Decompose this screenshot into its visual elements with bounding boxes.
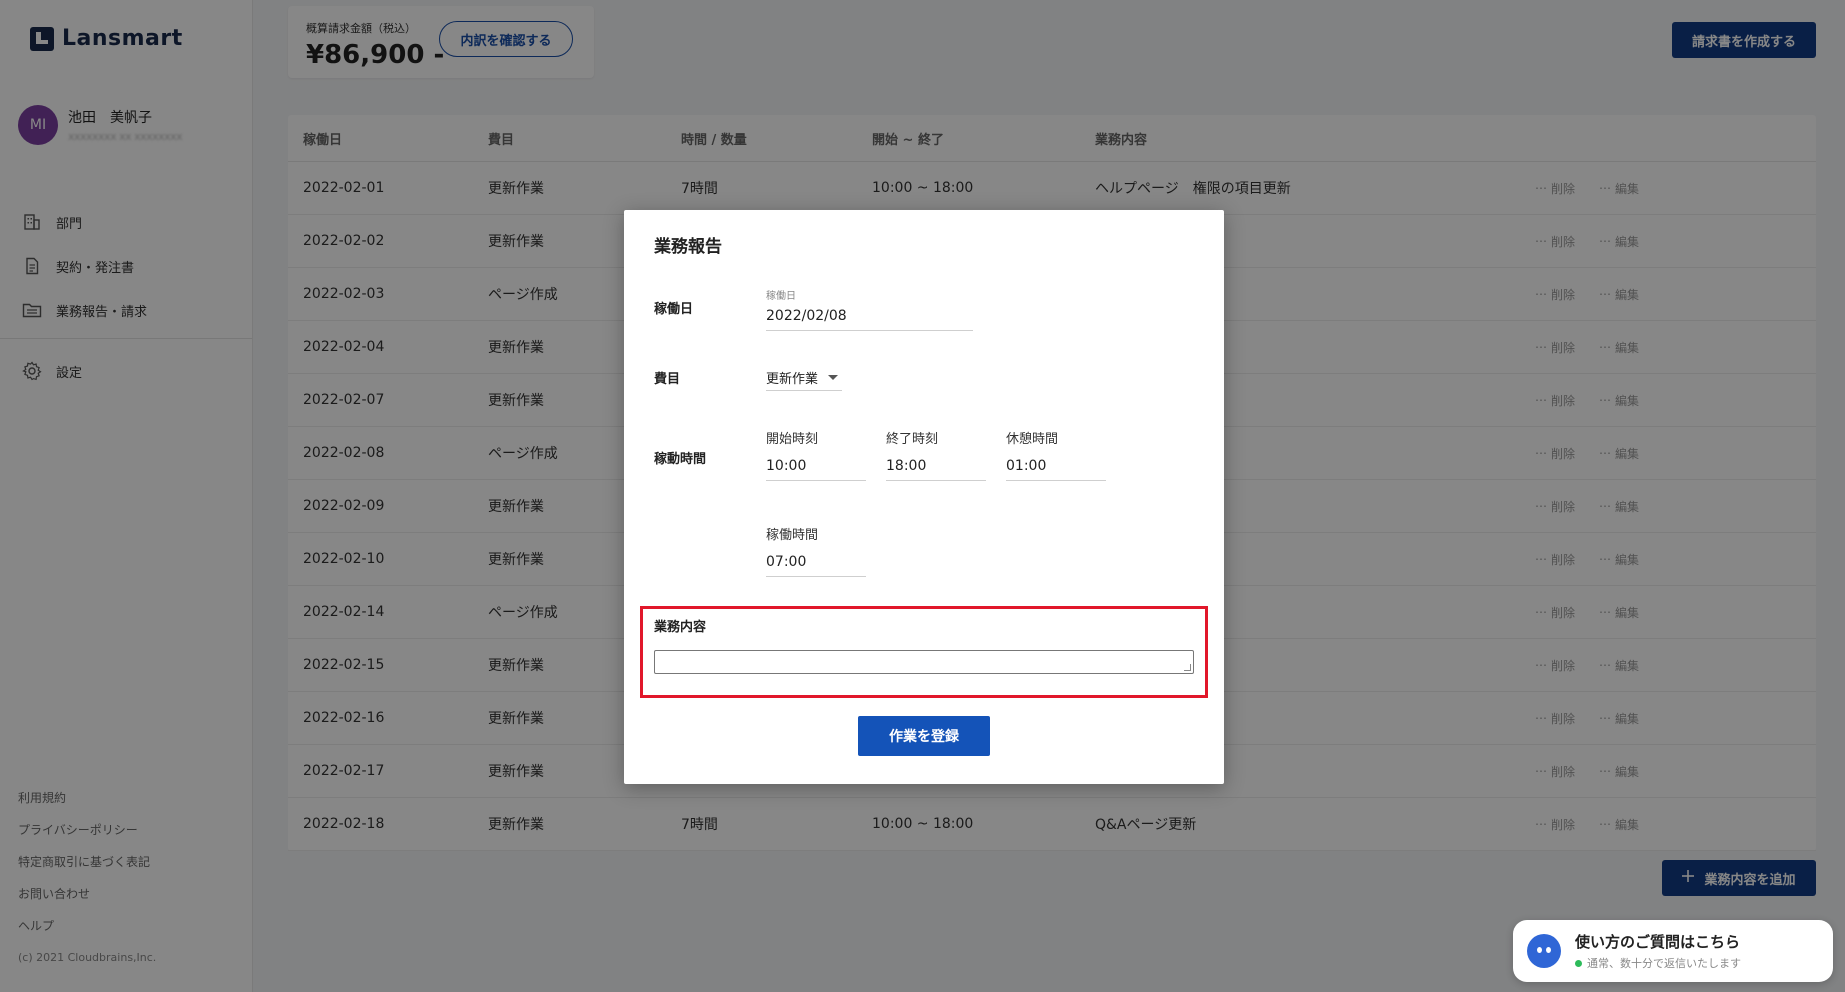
- work-report-modal: 業務報告 稼働日 稼働日 2022/02/08 費目 更新作業 稼動時間 開始時…: [624, 210, 1224, 784]
- date-label: 稼働日: [654, 302, 694, 317]
- start-time-caption: 開始時刻: [766, 432, 819, 447]
- work-hours-input[interactable]: 07:00: [766, 552, 866, 577]
- work-hours-caption: 稼働時間: [766, 528, 819, 543]
- cost-label: 費目: [654, 372, 681, 387]
- chat-widget[interactable]: 使い方のご質問はこちら 通常、数十分で返信いたします: [1513, 920, 1833, 982]
- break-time-input[interactable]: 01:00: [1006, 456, 1106, 481]
- cost-select[interactable]: 更新作業: [766, 364, 843, 391]
- date-input[interactable]: 2022/02/08: [766, 306, 973, 331]
- chat-title: 使い方のご質問はこちら: [1575, 933, 1741, 951]
- start-time-input[interactable]: 10:00: [766, 456, 866, 481]
- content-label: 業務内容: [654, 620, 707, 635]
- chat-bot-icon: [1527, 934, 1561, 968]
- modal-title: 業務報告: [654, 237, 722, 257]
- chevron-down-icon: [828, 374, 839, 380]
- online-dot-icon: [1575, 960, 1582, 967]
- break-time-caption: 休憩時間: [1006, 432, 1059, 447]
- end-time-input[interactable]: 18:00: [886, 456, 986, 481]
- chat-status: 通常、数十分で返信いたします: [1575, 955, 1741, 971]
- date-field-caption: 稼働日: [766, 291, 796, 302]
- chat-sub-text: 通常、数十分で返信いたします: [1587, 957, 1741, 970]
- cost-select-value: 更新作業: [766, 371, 819, 387]
- content-textarea[interactable]: [654, 650, 1194, 674]
- register-work-button[interactable]: 作業を登録: [858, 716, 990, 756]
- working-time-label: 稼動時間: [654, 452, 707, 467]
- end-time-caption: 終了時刻: [886, 432, 939, 447]
